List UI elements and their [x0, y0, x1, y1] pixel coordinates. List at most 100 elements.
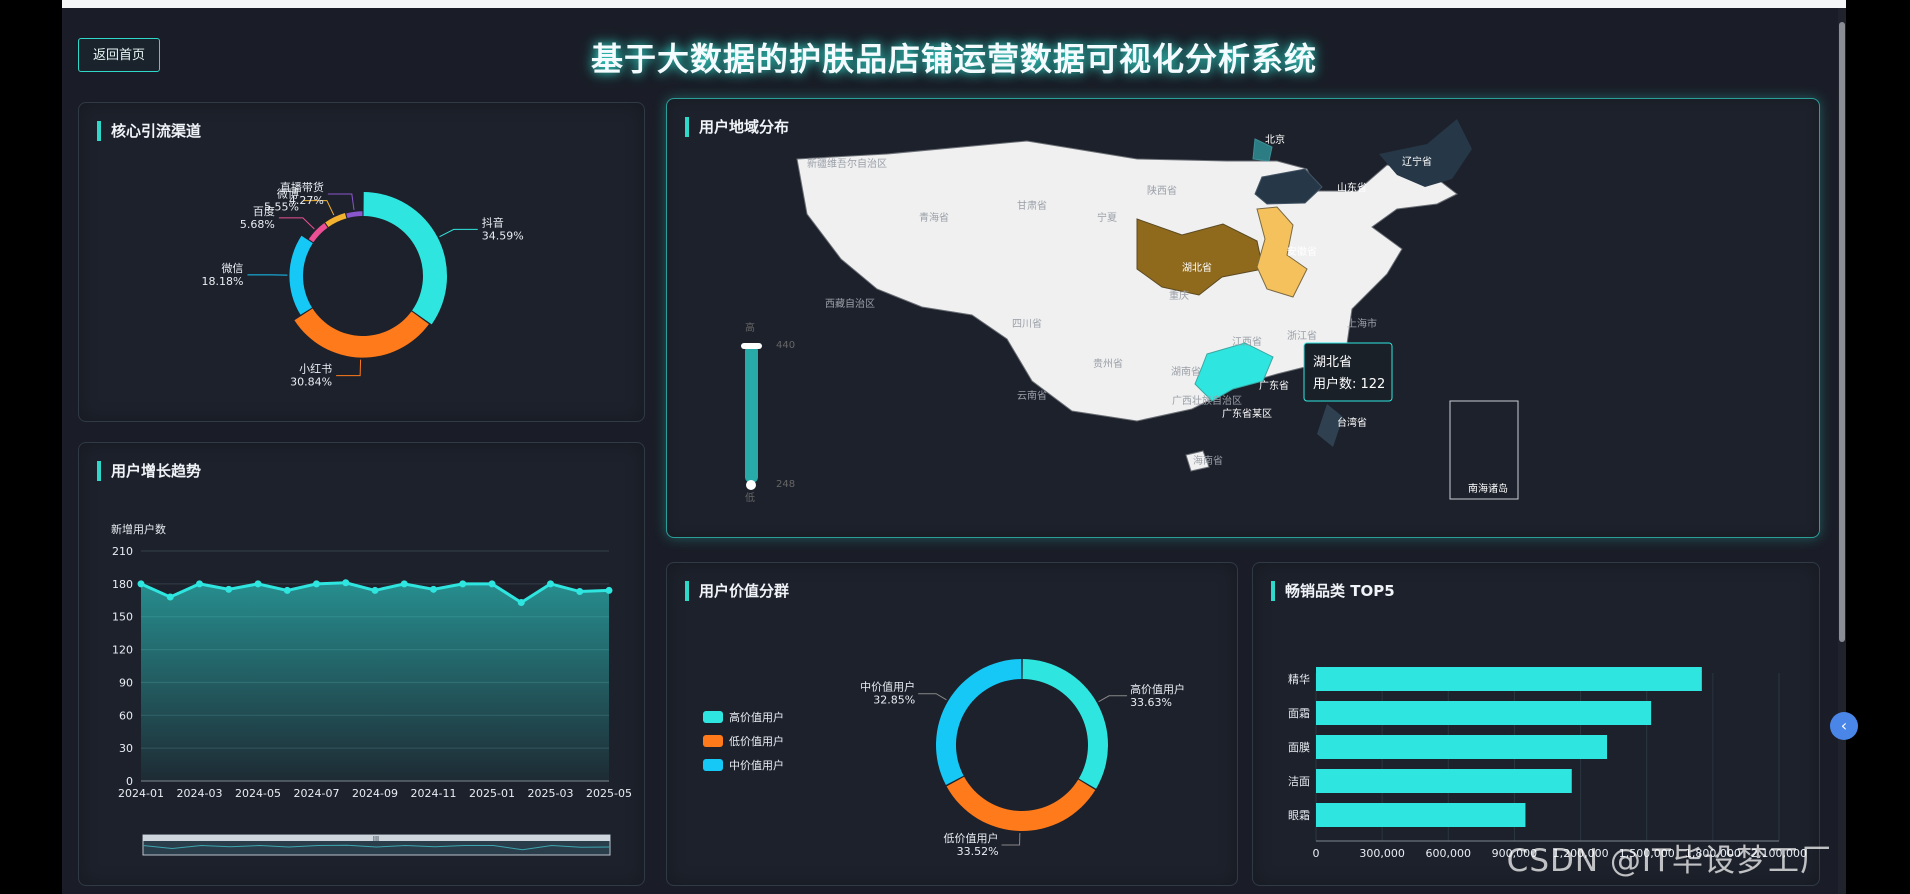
map-label-10: 上海市 [1347, 317, 1377, 330]
y-tick-4: 120 [112, 644, 133, 657]
growth-panel: 用户增长趋势 新增用户数03060901201501802102024-0120… [78, 442, 645, 886]
x-tick-5: 2024-11 [411, 787, 457, 800]
map-label-15: 江西省 [1232, 335, 1262, 348]
channel-leader-5 [328, 194, 354, 210]
value-legend-label-2: 中价值用户 [729, 758, 784, 772]
scrollbar-thumb[interactable] [1839, 22, 1845, 642]
x-tick-3: 2024-07 [294, 787, 340, 800]
bar-4 [1316, 803, 1525, 827]
value-label-1: 低价值用户 [944, 831, 999, 845]
channel-slice-4 [325, 213, 346, 227]
growth-point-7 [342, 579, 349, 586]
y-tick-1: 30 [119, 742, 133, 755]
channel-slice-5 [346, 211, 362, 218]
expand-side-button[interactable]: ‹ [1830, 712, 1858, 740]
growth-point-16 [606, 587, 613, 594]
x-tick-4: 2024-09 [352, 787, 398, 800]
growth-point-6 [313, 580, 320, 587]
growth-point-1 [167, 594, 174, 601]
vertical-scrollbar[interactable] [1838, 8, 1846, 894]
value-pie-chart: 高价值用户低价值用户中价值用户高价值用户33.63%低价值用户33.52%中价值… [667, 563, 1239, 887]
visual-map-min: 248 [776, 479, 795, 490]
bar-x-tick-2: 600,000 [1426, 847, 1472, 860]
x-tick-1: 2024-03 [177, 787, 223, 800]
map-label-0: 新疆维吾尔自治区 [807, 157, 887, 170]
map-label-20: 广东省 [1259, 379, 1289, 392]
watermark: CSDN @IT毕设梦工厂 [1507, 835, 1832, 880]
value-panel-title: 用户价值分群 [685, 581, 789, 601]
channel-percent-3: 5.68% [240, 218, 275, 231]
y-tick-6: 180 [112, 578, 133, 591]
visual-map-handle-bottom [746, 480, 756, 490]
channel-percent-5: 4.27% [289, 194, 324, 207]
value-percent-0: 33.63% [1130, 696, 1172, 709]
y-tick-3: 90 [119, 676, 133, 689]
channel-percent-0: 34.59% [482, 229, 524, 242]
value-leader-0 [1099, 696, 1127, 702]
region-panel-title: 用户地域分布 [685, 117, 789, 137]
growth-point-4 [255, 580, 262, 587]
growth-point-11 [459, 580, 466, 587]
growth-point-5 [284, 587, 291, 594]
map-label-1: 辽宁省 [1402, 155, 1432, 168]
bar-2 [1316, 735, 1607, 759]
growth-point-0 [138, 580, 145, 587]
channel-leader-0 [440, 229, 478, 236]
map-label-6: 陕西省 [1147, 184, 1177, 197]
value-legend-swatch-2 [703, 759, 723, 771]
map-label-5: 甘肃省 [1017, 199, 1047, 212]
top5-panel-title: 畅销品类 TOP5 [1271, 581, 1395, 601]
map-label-17: 贵州省 [1093, 357, 1123, 370]
bar-x-tick-0: 0 [1313, 847, 1320, 860]
map-label-4: 青海省 [919, 211, 949, 224]
map-label-8: 湖北省 [1182, 261, 1212, 274]
value-panel: 用户价值分群 高价值用户低价值用户中价值用户高价值用户33.63%低价值用户33… [666, 562, 1238, 886]
map-tooltip-box [1304, 343, 1392, 401]
growth-point-14 [547, 580, 554, 587]
visual-map-low: 低 [745, 491, 755, 504]
channel-percent-1: 30.84% [290, 376, 332, 389]
map-label-9: 安徽省 [1287, 245, 1317, 258]
value-slice-0 [1023, 659, 1108, 789]
growth-point-2 [196, 580, 203, 587]
channel-slice-1 [294, 309, 428, 358]
channel-leader-3 [279, 218, 315, 229]
bar-category-1: 面霜 [1288, 707, 1310, 720]
dashboard-page: 返回首页 基于大数据的护肤品店铺运营数据可视化分析系统 核心引流渠道 抖音34.… [62, 0, 1846, 894]
channels-panel: 核心引流渠道 抖音34.59%小红书30.84%微信18.18%百度5.68%微… [78, 102, 645, 422]
channels-panel-title: 核心引流渠道 [97, 121, 201, 141]
x-tick-7: 2025-03 [528, 787, 574, 800]
y-tick-2: 60 [119, 709, 133, 722]
channel-slice-0 [364, 192, 447, 324]
map-label-14: 湖南省 [1171, 365, 1201, 378]
channel-label-2: 微信 [221, 261, 243, 275]
bar-category-4: 眼霜 [1288, 809, 1310, 822]
page-title: 基于大数据的护肤品店铺运营数据可视化分析系统 [62, 34, 1846, 80]
y-tick-7: 210 [112, 545, 133, 558]
value-leader-2 [918, 694, 946, 700]
map-label-22: 台湾省 [1337, 416, 1367, 429]
channel-label-0: 抖音 [482, 215, 504, 229]
value-legend-label-1: 低价值用户 [729, 734, 784, 748]
value-legend-label-0: 高价值用户 [729, 710, 784, 724]
map-label-18: 云南省 [1017, 389, 1047, 402]
visual-map-handle-top [741, 343, 762, 349]
y-axis-label: 新增用户数 [111, 522, 166, 536]
map-tooltip-region: 湖北省 [1313, 355, 1352, 370]
bar-1 [1316, 701, 1651, 725]
map-label-2: 北京 [1265, 133, 1285, 146]
growth-point-15 [576, 588, 583, 595]
map-label-3: 山东省 [1337, 181, 1367, 194]
value-legend-swatch-0 [703, 711, 723, 723]
map-label-12: 四川省 [1012, 317, 1042, 330]
x-tick-8: 2025-05 [586, 787, 632, 800]
growth-point-13 [518, 599, 525, 606]
map-label-13: 重庆 [1169, 289, 1189, 302]
y-tick-5: 150 [112, 611, 133, 624]
bar-category-3: 洁面 [1288, 775, 1310, 788]
channel-pie-chart: 抖音34.59%小红书30.84%微信18.18%百度5.68%微博5.55%直… [79, 103, 646, 423]
value-label-0: 高价值用户 [1130, 682, 1185, 696]
growth-panel-title: 用户增长趋势 [97, 461, 201, 481]
map-label-23: 海南省 [1193, 454, 1223, 467]
map-label-19: 广西壮族自治区 [1172, 394, 1242, 407]
